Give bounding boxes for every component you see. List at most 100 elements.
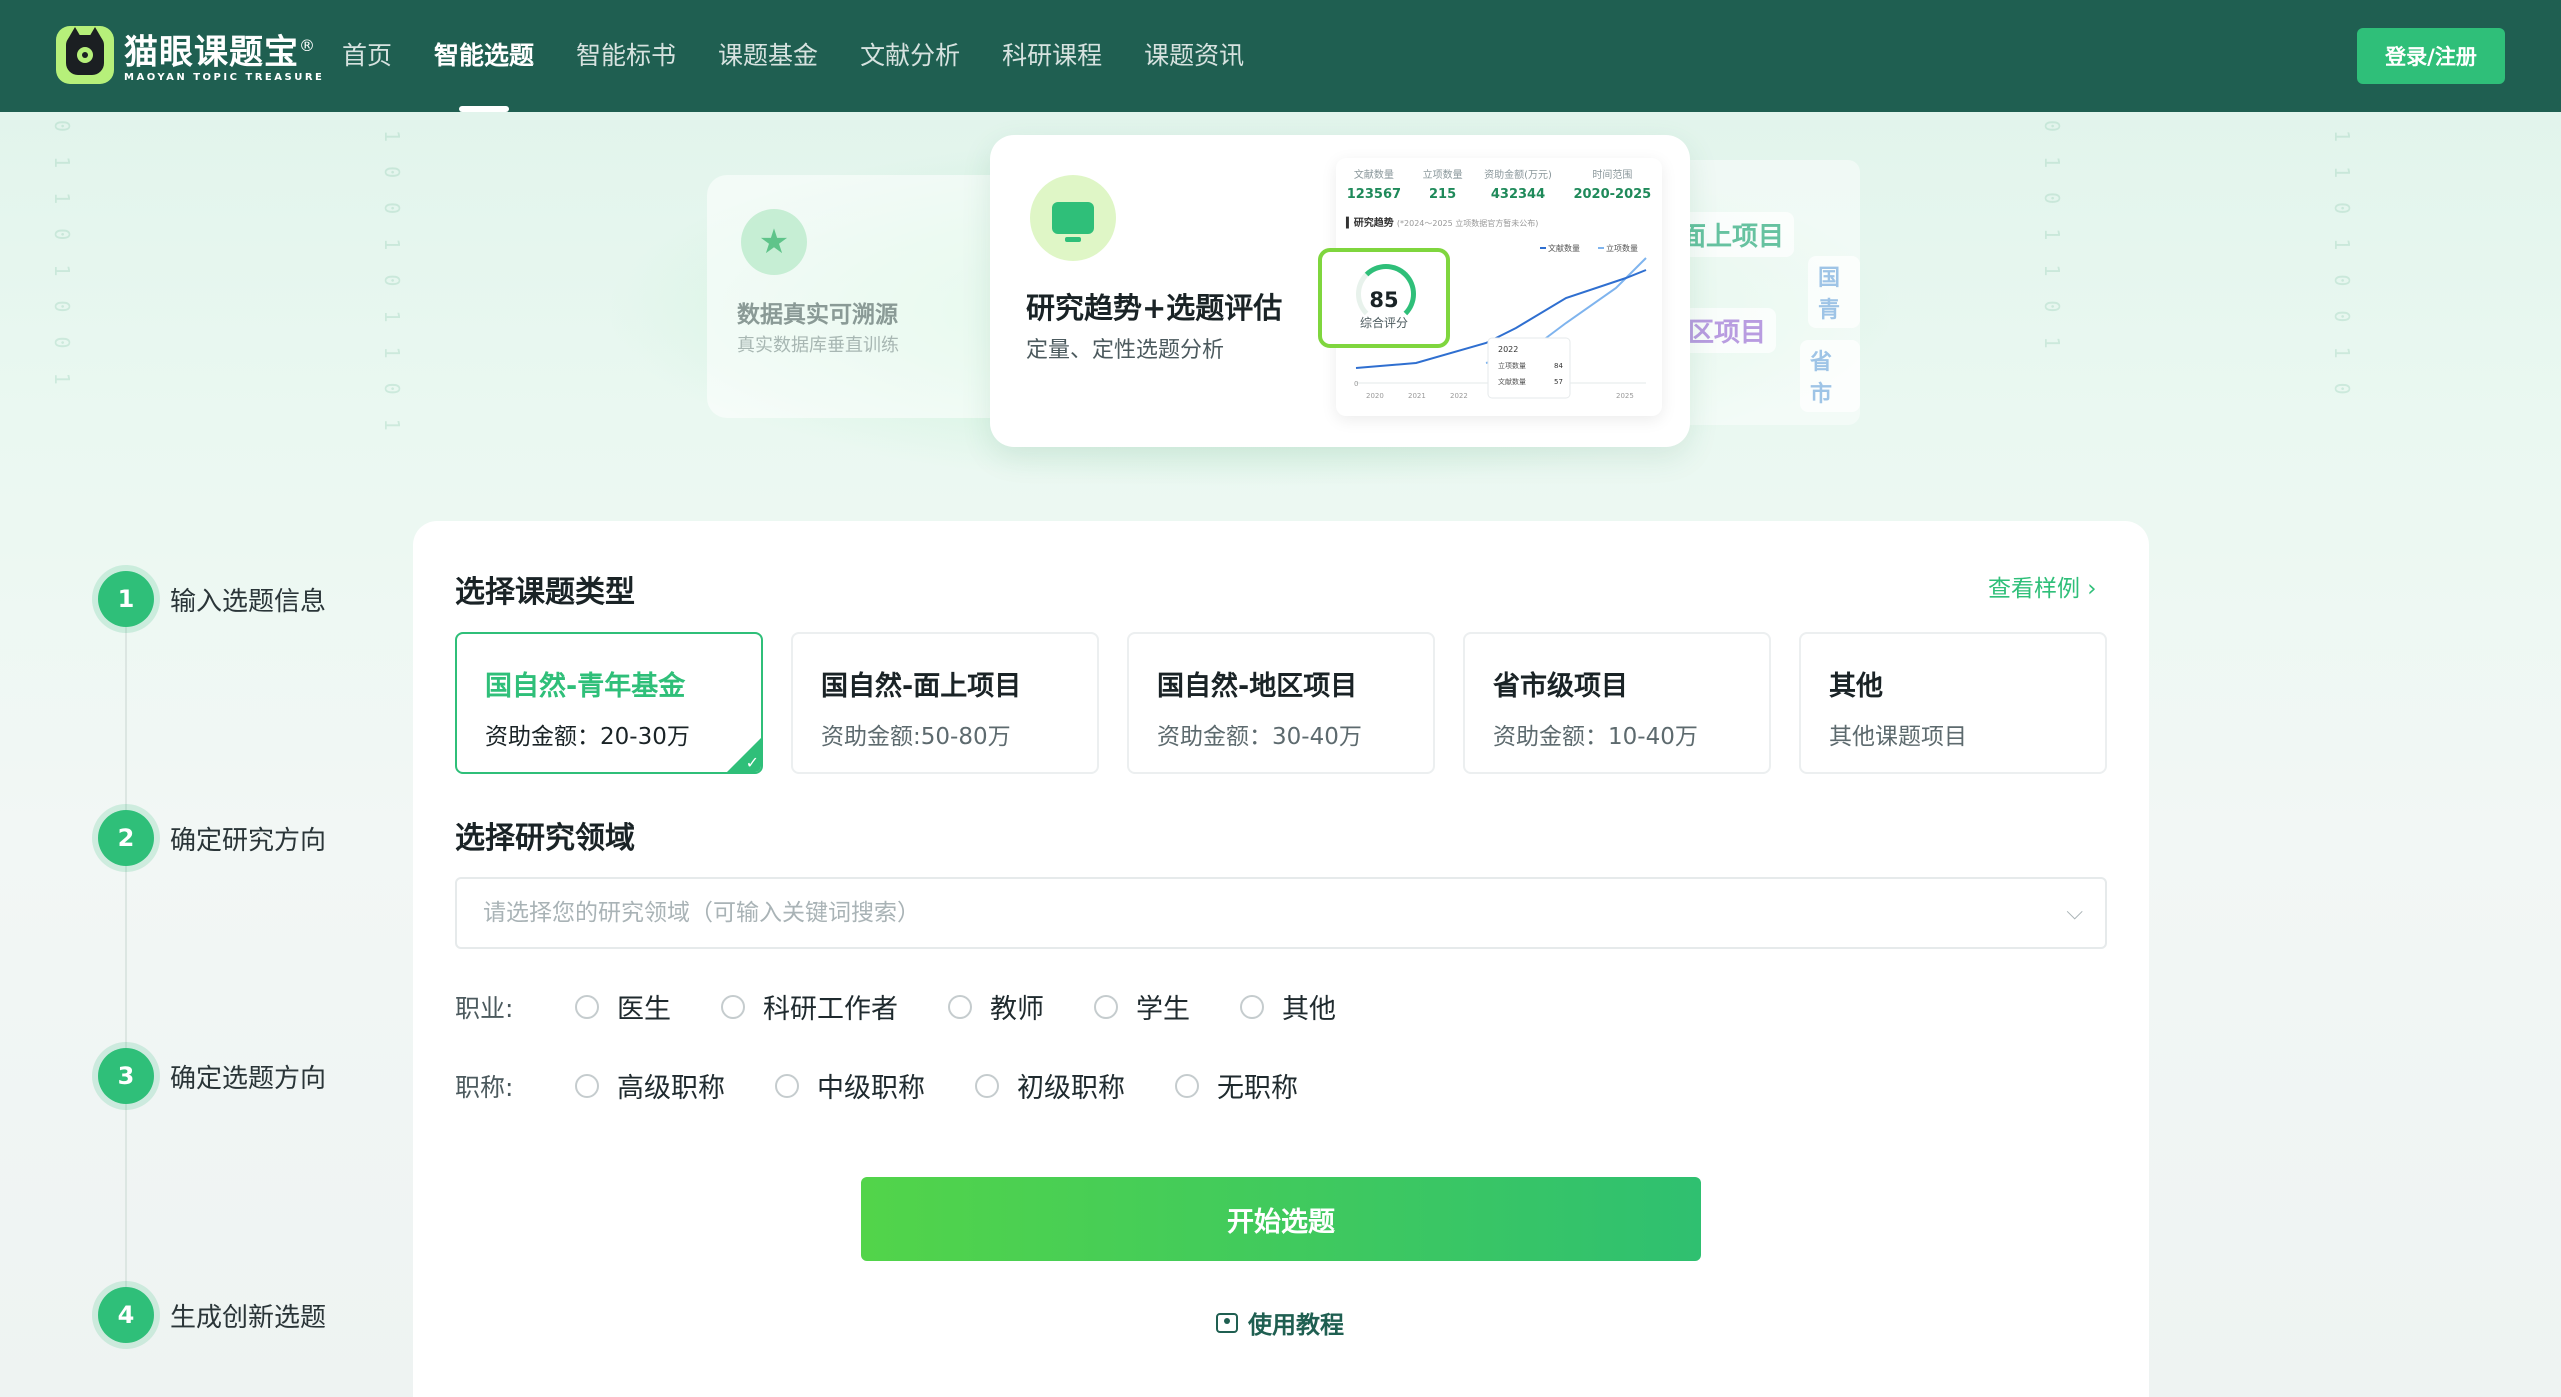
nav-item-home[interactable]: 首页 xyxy=(342,0,392,112)
feature-subtitle: 定量、定性选题分析 xyxy=(1026,338,1225,363)
topic-type-regional-project[interactable]: 国自然-地区项目 资助金额：30-40万 xyxy=(1127,632,1435,774)
nav-item-research-course[interactable]: 科研课程 xyxy=(1002,0,1102,112)
feature-card-data-traceable: ★ 数据真实可溯源 真实数据库垂直训练 xyxy=(707,175,1037,418)
radio-circle-icon xyxy=(721,994,745,1019)
topic-type-amount: 资助金额：20-30万 xyxy=(485,724,690,750)
topic-type-youth-fund[interactable]: 国自然-青年基金 资助金额：20-30万 ✓ xyxy=(455,632,763,774)
topic-type-amount: 资助金额：30-40万 xyxy=(1157,724,1362,750)
step-number: 3 xyxy=(98,1048,154,1104)
step-3: 3 确定选题方向 xyxy=(98,1048,326,1104)
feature-title: 数据真实可溯源 xyxy=(737,302,898,328)
svg-text:立项数量: 立项数量 xyxy=(1498,361,1526,370)
title-rank-option-junior[interactable]: 初级职称 xyxy=(975,1066,1125,1105)
svg-text:文献数量: 文献数量 xyxy=(1498,377,1526,386)
radio-circle-icon xyxy=(1094,994,1118,1019)
chevron-down-icon: ⌵ xyxy=(2066,900,2083,925)
gauge-arc-icon xyxy=(1356,264,1416,324)
tutorial-icon xyxy=(1216,1312,1238,1333)
tag-provincial: 省市 xyxy=(1800,340,1860,412)
svg-text:2022: 2022 xyxy=(1498,345,1518,354)
section-title-research-field: 选择研究领域 xyxy=(455,821,635,856)
occupation-option-researcher[interactable]: 科研工作者 xyxy=(721,987,898,1026)
binary-rain-decoration: 0 1 1 0 1 0 0 1 xyxy=(50,120,74,391)
radio-circle-icon xyxy=(775,1073,799,1098)
binary-rain-decoration: 0 1 0 1 1 0 1 xyxy=(2040,120,2064,355)
tag-youth: 国青 xyxy=(1808,256,1860,328)
login-register-button[interactable]: 登录/注册 xyxy=(2357,28,2505,84)
binary-rain-decoration: 1 1 0 1 0 0 1 0 xyxy=(2330,130,2354,401)
tutorial-label: 使用教程 xyxy=(1248,1311,1344,1339)
brand-logo[interactable]: 猫眼课题宝® MAOYAN TOPIC TREASURE xyxy=(56,26,325,85)
occupation-option-teacher[interactable]: 教师 xyxy=(948,987,1044,1026)
topic-type-name: 其他 xyxy=(1829,671,1883,702)
steps-connector-line xyxy=(125,600,127,1300)
svg-text:2022: 2022 xyxy=(1450,392,1468,400)
research-field-select[interactable]: 请选择您的研究领域（可输入关键词搜索） ⌵ xyxy=(455,877,2107,949)
topic-type-amount: 其他课题项目 xyxy=(1829,724,1967,750)
step-label: 输入选题信息 xyxy=(170,586,327,617)
radio-circle-icon xyxy=(975,1073,999,1098)
occupation-label: 职业: xyxy=(455,993,514,1023)
topic-form-panel: 选择课题类型 查看样例 › 国自然-青年基金 资助金额：20-30万 ✓ 国自然… xyxy=(413,521,2149,1397)
overall-score-badge: 85 综合评分 xyxy=(1318,248,1450,348)
legend-projects: 立项数量 xyxy=(1606,243,1638,253)
binary-rain-decoration: 1 0 0 1 0 1 1 0 1 xyxy=(380,130,404,437)
topic-type-other[interactable]: 其他 其他课题项目 xyxy=(1799,632,2107,774)
feature-title: 研究趋势+选题评估 xyxy=(1026,291,1283,325)
topic-type-name: 省市级项目 xyxy=(1493,671,1628,702)
main-nav: 首页 智能选题 智能标书 课题基金 文献分析 科研课程 课题资讯 xyxy=(342,0,1286,112)
topic-type-name: 国自然-青年基金 xyxy=(485,671,686,702)
topic-type-amount: 资助金额：10-40万 xyxy=(1493,724,1698,750)
topic-type-name: 国自然-地区项目 xyxy=(1157,671,1358,702)
svg-text:84: 84 xyxy=(1554,362,1563,370)
topic-type-provincial-project[interactable]: 省市级项目 资助金额：10-40万 xyxy=(1463,632,1771,774)
radio-circle-icon xyxy=(575,994,599,1019)
brand-subtitle: MAOYAN TOPIC TREASURE xyxy=(124,72,325,84)
nav-item-topic-news[interactable]: 课题资讯 xyxy=(1144,0,1244,112)
star-icon: ★ xyxy=(741,209,807,275)
topic-type-general-project[interactable]: 国自然-面上项目 资助金额:50-80万 xyxy=(791,632,1099,774)
topic-type-options: 国自然-青年基金 资助金额：20-30万 ✓ 国自然-面上项目 资助金额:50-… xyxy=(455,632,2107,774)
brand-name: 猫眼课题宝 xyxy=(124,32,299,73)
topic-type-name: 国自然-面上项目 xyxy=(821,671,1022,702)
occupation-option-other[interactable]: 其他 xyxy=(1240,987,1336,1026)
radio-circle-icon xyxy=(1240,994,1264,1019)
nav-item-topic-fund[interactable]: 课题基金 xyxy=(718,0,818,112)
view-sample-link[interactable]: 查看样例 › xyxy=(1988,569,2097,603)
occupation-option-doctor[interactable]: 医生 xyxy=(575,987,671,1026)
tutorial-link[interactable]: 使用教程 xyxy=(1216,1305,1344,1340)
title-rank-option-senior[interactable]: 高级职称 xyxy=(575,1066,725,1105)
step-4: 4 生成创新选题 xyxy=(98,1287,326,1343)
occupation-option-student[interactable]: 学生 xyxy=(1094,987,1190,1026)
section-title-topic-type: 选择课题类型 xyxy=(455,575,635,610)
occupation-radio-group: 职业: 医生 科研工作者 教师 学生 其他 xyxy=(455,987,1386,1026)
title-rank-label: 职称: xyxy=(455,1072,514,1102)
start-topic-button[interactable]: 开始选题 xyxy=(861,1177,1701,1261)
cat-logo-icon xyxy=(56,26,114,85)
feature-card-project-tags: 面上项目 国青 地区项目 省市 xyxy=(1660,160,1860,425)
research-field-placeholder: 请选择您的研究领域（可输入关键词搜索） xyxy=(483,900,920,926)
title-rank-option-none[interactable]: 无职称 xyxy=(1175,1066,1298,1105)
svg-text:2025: 2025 xyxy=(1616,392,1634,400)
radio-circle-icon xyxy=(1175,1073,1199,1098)
step-label: 确定选题方向 xyxy=(170,1063,327,1094)
svg-text:0: 0 xyxy=(1354,380,1358,388)
title-rank-option-intermediate[interactable]: 中级职称 xyxy=(775,1066,925,1105)
title-rank-radio-group: 职称: 高级职称 中级职称 初级职称 无职称 xyxy=(455,1066,1348,1105)
step-2: 2 确定研究方向 xyxy=(98,810,326,866)
feature-subtitle: 真实数据库垂直训练 xyxy=(737,335,899,356)
top-navbar: 猫眼课题宝® MAOYAN TOPIC TREASURE 首页 智能选题 智能标… xyxy=(0,0,2561,112)
svg-text:2020: 2020 xyxy=(1366,392,1384,400)
nav-item-smart-topic[interactable]: 智能选题 xyxy=(434,0,534,112)
selected-check-icon: ✓ xyxy=(727,738,761,772)
nav-item-literature-analysis[interactable]: 文献分析 xyxy=(860,0,960,112)
topic-type-amount: 资助金额:50-80万 xyxy=(821,724,1011,750)
step-label: 确定研究方向 xyxy=(170,825,327,856)
legend-literature: 文献数量 xyxy=(1548,243,1580,253)
step-number: 1 xyxy=(98,571,154,627)
svg-text:57: 57 xyxy=(1554,378,1563,386)
nav-item-smart-proposal[interactable]: 智能标书 xyxy=(576,0,676,112)
registered-mark: ® xyxy=(299,36,316,55)
svg-text:2021: 2021 xyxy=(1408,392,1426,400)
radio-circle-icon xyxy=(575,1073,599,1098)
